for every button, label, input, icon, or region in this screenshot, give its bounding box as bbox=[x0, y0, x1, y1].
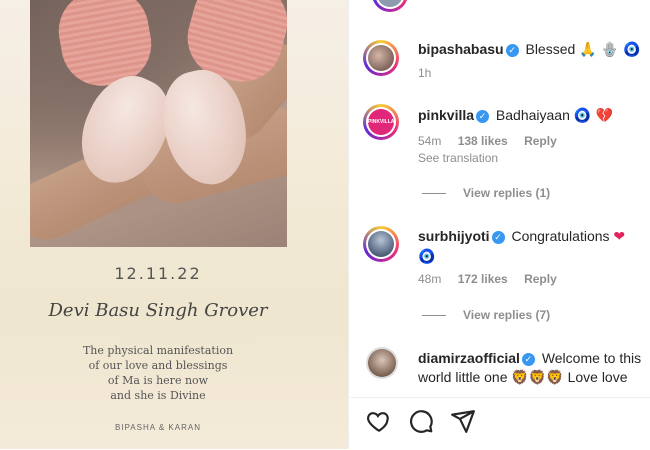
comment-time[interactable]: 48m bbox=[418, 272, 441, 286]
comment-likes[interactable]: 138 likes bbox=[458, 134, 508, 148]
verified-badge-icon: ✓ bbox=[476, 110, 490, 123]
verified-badge-icon: ✓ bbox=[521, 353, 535, 366]
comment-text: world little one bbox=[418, 369, 508, 385]
comment-username[interactable]: diamirzaofficial bbox=[418, 350, 520, 366]
post-message: The physical manifestation of our love a… bbox=[82, 344, 234, 402]
view-replies-button[interactable]: View replies (7) bbox=[422, 308, 550, 322]
comment-body: pinkvilla ✓ Badhaiyaan 🧿 💔 bbox=[418, 106, 613, 126]
comment-meta: 48m 172 likes Reply bbox=[418, 272, 570, 286]
see-translation-link[interactable]: See translation bbox=[418, 151, 498, 165]
comment-text: Welcome to this bbox=[541, 350, 642, 366]
comment-emoji: 🧿 💔 bbox=[573, 108, 614, 124]
comment-icon[interactable] bbox=[408, 408, 434, 434]
comment-body: bipashabasu ✓ Blessed 🙏 🪬 🧿 bbox=[418, 40, 640, 60]
comment-text: Blessed bbox=[525, 41, 576, 57]
top-avatar[interactable] bbox=[372, 0, 408, 12]
comment-text: Love love bbox=[567, 369, 628, 385]
post-image[interactable]: 12.11.22 Devi Basu Singh Grover The phys… bbox=[0, 0, 348, 449]
comment-username[interactable]: surbhijyoti bbox=[418, 228, 490, 244]
reply-button[interactable]: Reply bbox=[524, 272, 557, 286]
divider bbox=[348, 0, 349, 449]
avatar[interactable] bbox=[363, 226, 399, 262]
verified-badge-icon: ✓ bbox=[491, 231, 505, 244]
comment-emoji: 🧿 bbox=[418, 249, 436, 265]
comment-time[interactable]: 54m bbox=[418, 134, 441, 148]
post-signature: BIPASHA & KARAN bbox=[115, 423, 201, 432]
action-bar bbox=[350, 397, 650, 450]
avatar[interactable]: PINKVILLA bbox=[363, 104, 399, 140]
post-date: 12.11.22 bbox=[114, 264, 202, 283]
comment-text: Badhaiyaan bbox=[495, 107, 570, 123]
baby-name: Devi Basu Singh Grover bbox=[48, 300, 268, 321]
comment-text: Congratulations bbox=[511, 228, 610, 244]
avatar[interactable] bbox=[363, 40, 399, 76]
comment-username[interactable]: pinkvilla bbox=[418, 107, 474, 123]
view-replies-button[interactable]: View replies (1) bbox=[422, 186, 550, 200]
comment-meta: 1h bbox=[418, 66, 444, 80]
reply-button[interactable]: Reply bbox=[524, 134, 557, 148]
avatar[interactable] bbox=[366, 347, 398, 379]
comment-time[interactable]: 1h bbox=[418, 66, 431, 80]
verified-badge-icon: ✓ bbox=[505, 44, 519, 57]
comment-meta: 54m 138 likes Reply bbox=[418, 134, 570, 148]
comment-username[interactable]: bipashabasu bbox=[418, 41, 504, 57]
comment-body: diamirzaofficial ✓ Welcome to this world … bbox=[418, 349, 646, 388]
comment-emoji: ❤ bbox=[613, 229, 626, 245]
share-icon[interactable] bbox=[450, 408, 476, 434]
comment-body: surbhijyoti ✓ Congratulations ❤ 🧿 bbox=[418, 227, 643, 267]
comment-emoji: 🦁🦁🦁 bbox=[511, 370, 564, 386]
comment-emoji: 🙏 🪬 🧿 bbox=[579, 42, 641, 58]
heart-icon[interactable] bbox=[366, 408, 392, 434]
comment-likes[interactable]: 172 likes bbox=[458, 272, 508, 286]
baby-feet-photo bbox=[30, 0, 287, 247]
